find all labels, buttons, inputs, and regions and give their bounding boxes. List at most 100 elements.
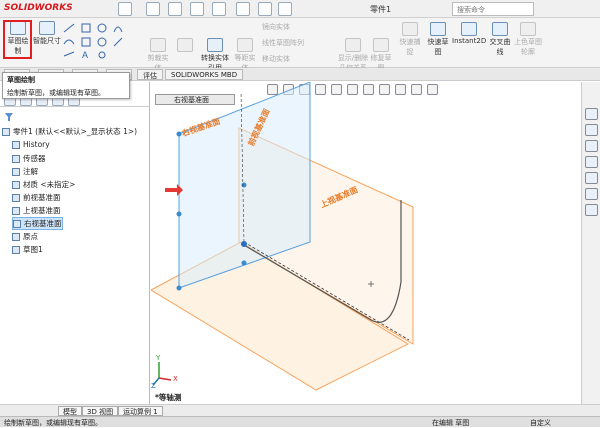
design-library-icon[interactable] [585, 124, 598, 136]
options-icon[interactable] [278, 2, 292, 16]
shaded-contours-button[interactable]: 上色草图轮廓 [514, 22, 542, 57]
tree-item-sensors[interactable]: 传感器 [12, 153, 46, 164]
solidworks-forum-icon[interactable] [585, 204, 598, 216]
status-bar: 绘制新草图，或编辑现有草图。 在编辑 草图 自定义 [0, 416, 600, 427]
convert-icon [207, 38, 223, 52]
axis-y-label: Y [156, 354, 161, 362]
origin-icon [12, 232, 20, 241]
file-explorer-icon[interactable] [585, 140, 598, 152]
open-icon[interactable] [146, 2, 160, 16]
document-title: 零件1 [370, 5, 392, 14]
tree-item-material[interactable]: 材质 <未指定> [12, 179, 75, 190]
plane-icon [12, 206, 20, 215]
undo-icon[interactable] [212, 2, 226, 16]
history-icon [12, 140, 20, 149]
annotation-icon [12, 167, 20, 176]
title-bar: SOLIDWORKS 零件1 搜索命令 [0, 0, 600, 18]
intersection-icon [492, 22, 508, 36]
task-pane-strip [581, 82, 600, 404]
linear-pattern-label: 线性草图阵列 [262, 39, 304, 47]
print-icon[interactable] [190, 2, 204, 16]
smart-dimension-button[interactable]: 智能尺寸 [33, 21, 61, 46]
extrude-icon [177, 38, 193, 52]
save-icon[interactable] [168, 2, 182, 16]
tree-item-top-plane[interactable]: 上视基准面 [12, 205, 61, 216]
new-document-icon[interactable] [118, 2, 132, 16]
tab-evaluate[interactable]: 评估 [137, 69, 163, 80]
view-name-label: *等轴测 [155, 393, 182, 402]
quick-snaps-icon [402, 22, 418, 36]
shaded-contours-label: 上色草图轮廓 [514, 38, 542, 56]
plane-icon [13, 219, 21, 228]
intersection-label: 交叉曲线 [489, 38, 511, 56]
graphics-viewport[interactable]: 右视基准面 右视基准面 前视基准面 上视基准面 X Y Z *等轴测 [151, 82, 581, 404]
plane-handle[interactable] [176, 211, 182, 217]
tab-motion-study[interactable]: 运动算例 1 [118, 406, 163, 416]
tree-item-sketch1[interactable]: 草图1 [12, 244, 43, 255]
rapid-sketch-button[interactable]: 快速草图 [426, 22, 450, 57]
move-entities-button[interactable]: 移动实体 [262, 54, 334, 64]
quick-snaps-button[interactable]: 快速捕捉 [398, 22, 422, 57]
rebuild-icon[interactable] [258, 2, 272, 16]
instant2d-label: Instant2D [452, 37, 487, 45]
quick-snaps-label: 快速捕捉 [399, 38, 421, 56]
view-palette-icon[interactable] [585, 156, 598, 168]
axis-z-label: Z [151, 382, 156, 390]
sensor-icon [12, 154, 20, 163]
triad-x-axis [158, 377, 172, 381]
tree-item-annotations[interactable]: 注解 [12, 166, 38, 177]
tree-item-label: History [23, 140, 50, 149]
tree-item-label: 传感器 [23, 154, 46, 163]
plane-handle[interactable] [241, 260, 247, 266]
custom-properties-icon[interactable] [585, 188, 598, 200]
tree-item-label: 前视基准面 [23, 193, 61, 202]
trim-icon [150, 38, 166, 52]
instant2d-icon [461, 22, 477, 36]
tab-3d-views[interactable]: 3D 视图 [82, 406, 119, 416]
appearances-icon[interactable] [585, 172, 598, 184]
sketch-entity-tools[interactable]: A [62, 22, 132, 62]
solidworks-logo: SOLIDWORKS [4, 3, 73, 13]
smart-dimension-label: 智能尺寸 [33, 37, 61, 45]
part-icon [2, 127, 10, 136]
search-input[interactable]: 搜索命令 [452, 2, 534, 16]
tree-item-label: 材质 <未指定> [23, 180, 76, 189]
sketch-tools-icon: A [63, 23, 123, 60]
extrude-button[interactable] [172, 38, 198, 53]
plane-icon [12, 193, 20, 202]
tree-item-label: 草图1 [23, 245, 43, 254]
filter-icon[interactable] [4, 112, 14, 122]
resources-icon[interactable] [585, 108, 598, 120]
tree-item-history[interactable]: History [12, 140, 50, 149]
select-icon[interactable] [236, 2, 250, 16]
axis-x-label: X [173, 375, 178, 383]
tree-item-label: 原点 [23, 232, 38, 241]
tree-item-label: 右视基准面 [24, 219, 62, 228]
plane-handle[interactable] [176, 285, 182, 291]
tree-item-origin[interactable]: 原点 [12, 231, 38, 242]
sketch-highlight-box [3, 20, 32, 59]
intersection-curve-button[interactable]: 交叉曲线 [488, 22, 512, 57]
feature-manager-panel: 零件1 (默认<<默认>_显示状态 1>) History 传感器 注解 材质 … [0, 82, 150, 404]
tree-root[interactable]: 零件1 (默认<<默认>_显示状态 1>) [2, 126, 137, 137]
rapid-sketch-label: 快速草图 [427, 38, 449, 56]
tab-model[interactable]: 模型 [58, 406, 82, 416]
svg-text:A: A [82, 50, 88, 60]
material-icon [12, 180, 20, 189]
relations-icon [345, 38, 361, 52]
origin-point[interactable] [241, 241, 247, 247]
shaded-contours-icon [520, 22, 536, 36]
tree-item-right-plane[interactable]: 右视基准面 [12, 217, 63, 230]
mirror-entities-button[interactable]: 镜向实体 [262, 22, 334, 32]
model-tabs: 模型 3D 视图 运动算例 1 [0, 404, 600, 416]
tree-item-front-plane[interactable]: 前视基准面 [12, 192, 61, 203]
command-manager-ribbon: 草图绘制 智能尺寸 A 剪裁实体 转换实体引用 等距实体 [0, 18, 600, 72]
rapid-sketch-icon [430, 22, 446, 36]
move-label: 移动实体 [262, 55, 290, 63]
plane-handle[interactable] [241, 182, 247, 188]
sketch-tooltip: 草图绘制 绘制新草图，或编辑现有草图。 [2, 72, 130, 99]
linear-pattern-button[interactable]: 线性草图阵列 [262, 38, 334, 48]
model-scene [151, 82, 414, 391]
instant2d-button[interactable]: Instant2D [452, 22, 486, 45]
tab-mbd[interactable]: SOLIDWORKS MBD [165, 69, 244, 80]
